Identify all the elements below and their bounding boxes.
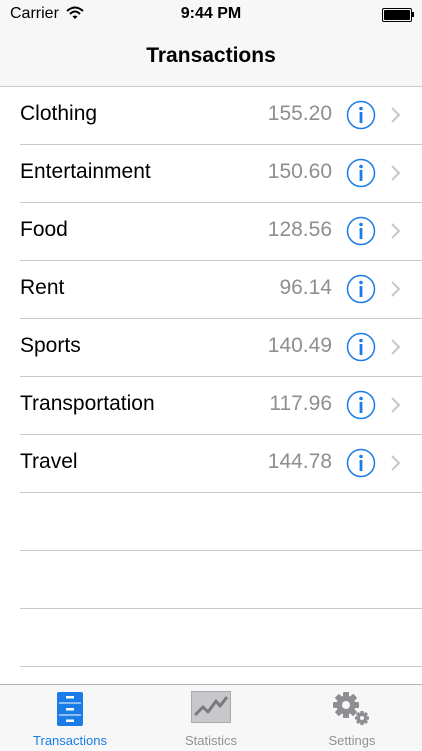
info-icon[interactable] (346, 332, 376, 362)
category-label: Entertainment (20, 160, 151, 183)
chevron-right-icon (391, 165, 401, 181)
category-label: Clothing (20, 102, 98, 125)
page-title: Transactions (146, 44, 276, 67)
tab-label: Transactions (33, 733, 107, 748)
filing-cabinet-icon (57, 692, 83, 726)
chevron-right-icon (391, 281, 401, 297)
battery-icon (382, 8, 412, 22)
navigation-bar: Transactions (0, 30, 422, 87)
transactions-list: Clothing 155.20 Entertainment 150.60 Foo… (0, 87, 422, 667)
info-icon[interactable] (346, 158, 376, 188)
info-icon[interactable] (346, 390, 376, 420)
line-chart-icon (191, 691, 231, 723)
chevron-right-icon (391, 107, 401, 123)
status-bar: Carrier 9:44 PM (0, 0, 422, 30)
amount-label: 150.60 (267, 160, 332, 183)
chevron-right-icon (391, 223, 401, 239)
category-label: Travel (20, 450, 78, 473)
transaction-row-food[interactable]: Food 128.56 (20, 203, 422, 261)
amount-label: 117.96 (269, 392, 332, 415)
tab-transactions[interactable]: Transactions (0, 685, 140, 751)
chevron-right-icon (391, 397, 401, 413)
tab-statistics[interactable]: Statistics (141, 685, 281, 751)
transaction-row-sports[interactable]: Sports 140.49 (20, 319, 422, 377)
info-icon[interactable] (346, 274, 376, 304)
chevron-right-icon (391, 455, 401, 471)
info-icon[interactable] (346, 100, 376, 130)
status-time: 9:44 PM (180, 5, 242, 22)
chevron-right-icon (391, 339, 401, 355)
amount-label: 144.78 (267, 450, 332, 473)
transaction-row-transportation[interactable]: Transportation 117.96 (20, 377, 422, 435)
amount-label: 140.49 (267, 334, 332, 357)
transaction-row-entertainment[interactable]: Entertainment 150.60 (20, 145, 422, 203)
category-label: Rent (20, 276, 65, 299)
category-label: Transportation (20, 392, 155, 415)
category-label: Sports (20, 334, 81, 357)
amount-label: 155.20 (267, 102, 332, 125)
amount-label: 96.14 (279, 276, 332, 299)
category-label: Food (20, 218, 68, 241)
tab-settings[interactable]: Settings (282, 685, 422, 751)
tab-bar: Transactions Statistics Settings (0, 684, 422, 751)
battery-cap (412, 12, 414, 17)
empty-row (20, 551, 422, 609)
transaction-row-clothing[interactable]: Clothing 155.20 (20, 87, 422, 145)
empty-row (20, 609, 422, 667)
transaction-row-travel[interactable]: Travel 144.78 (20, 435, 422, 493)
info-icon[interactable] (346, 448, 376, 478)
transaction-row-rent[interactable]: Rent 96.14 (20, 261, 422, 319)
gear-icon (333, 692, 369, 725)
empty-row (20, 493, 422, 551)
tab-label: Settings (328, 733, 376, 748)
amount-label: 128.56 (267, 218, 332, 241)
tab-label: Statistics (184, 733, 237, 748)
info-icon[interactable] (346, 216, 376, 246)
